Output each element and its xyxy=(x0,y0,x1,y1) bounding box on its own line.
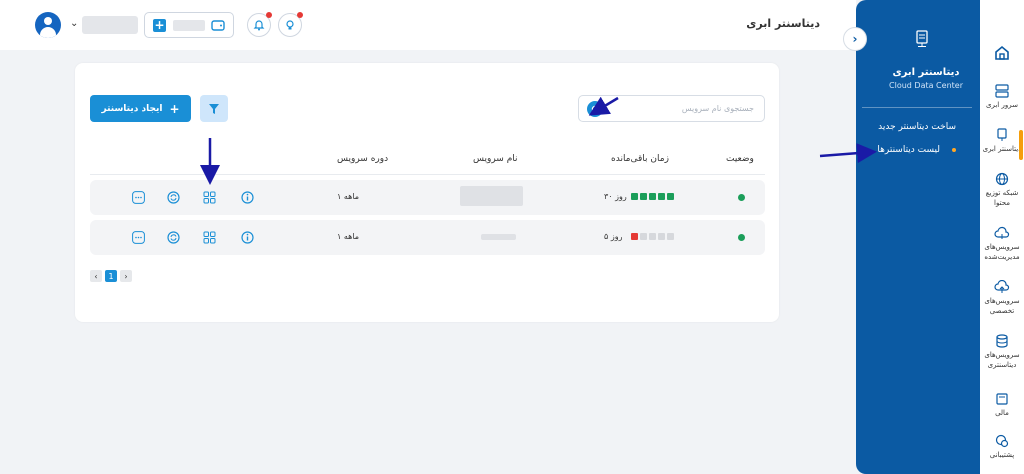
annotation-arrow-search xyxy=(588,96,619,116)
annotation-arrows xyxy=(200,96,877,185)
panel-collapse-button[interactable]: › xyxy=(843,27,867,51)
annotation-arrow-list-link xyxy=(819,143,877,164)
